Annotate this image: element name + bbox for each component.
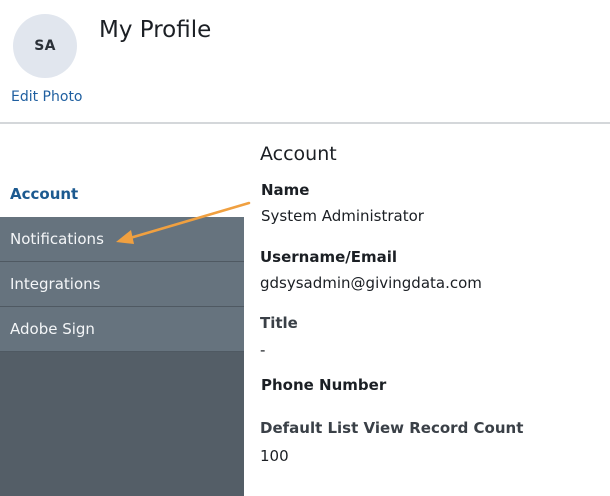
avatar-initials: SA bbox=[34, 38, 56, 54]
default-record-count-value: 100 bbox=[260, 447, 289, 465]
sidebar-item-notifications[interactable]: Notifications bbox=[0, 217, 244, 262]
username-email-label: Username/Email bbox=[260, 248, 398, 266]
avatar[interactable]: SA bbox=[13, 14, 77, 78]
default-record-count-label: Default List View Record Count bbox=[260, 419, 524, 437]
section-title: Account bbox=[260, 143, 337, 165]
title-label: Title bbox=[260, 314, 298, 332]
sidebar-item-label: Integrations bbox=[10, 275, 101, 293]
page-title: My Profile bbox=[99, 17, 212, 43]
username-email-value: gdsysadmin@givingdata.com bbox=[260, 274, 482, 292]
profile-sidebar: Account Notifications Integrations Adobe… bbox=[0, 171, 244, 496]
profile-header: SA Edit Photo My Profile bbox=[0, 0, 610, 124]
name-value: System Administrator bbox=[261, 207, 424, 225]
name-label: Name bbox=[261, 181, 310, 199]
title-value: - bbox=[260, 341, 266, 359]
sidebar-item-integrations[interactable]: Integrations bbox=[0, 262, 244, 307]
sidebar-item-account[interactable]: Account bbox=[0, 171, 244, 217]
edit-photo-link[interactable]: Edit Photo bbox=[11, 89, 83, 105]
sidebar-item-label: Account bbox=[10, 185, 79, 203]
sidebar-item-label: Notifications bbox=[10, 230, 104, 248]
sidebar-item-adobe-sign[interactable]: Adobe Sign bbox=[0, 307, 244, 352]
phone-number-label: Phone Number bbox=[261, 376, 387, 394]
sidebar-item-label: Adobe Sign bbox=[10, 320, 95, 338]
